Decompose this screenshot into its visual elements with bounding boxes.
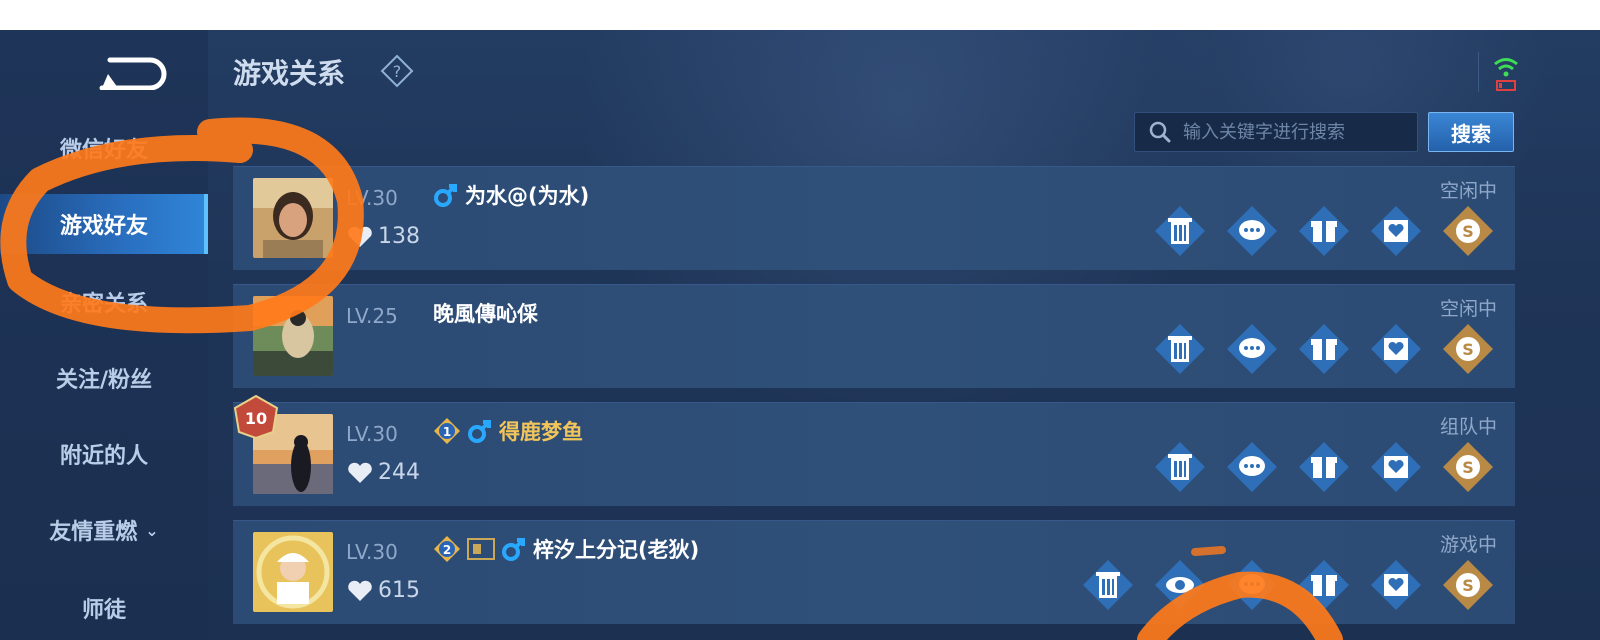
friend-row[interactable]: LV.25 晚風傳吣倸 空闲中 S bbox=[233, 284, 1515, 388]
intimacy-value: 615 bbox=[378, 578, 420, 603]
sidebar-item-label: 亲密关系 bbox=[59, 292, 148, 317]
gold-coin-icon[interactable]: S bbox=[1441, 558, 1495, 612]
search-input[interactable] bbox=[1181, 120, 1415, 144]
friend-actions: S bbox=[1153, 204, 1495, 258]
player-name-group: 1 得鹿梦鱼 bbox=[433, 416, 583, 446]
privilege-card-icon bbox=[467, 538, 495, 560]
intimacy-card-icon[interactable] bbox=[1369, 558, 1423, 612]
avatar[interactable] bbox=[253, 532, 333, 612]
sidebar-item-wechat-friends[interactable]: 微信好友 bbox=[0, 118, 208, 178]
search-button[interactable]: 搜索 bbox=[1428, 112, 1514, 152]
friend-actions: S bbox=[1153, 440, 1495, 494]
friend-row[interactable]: LV.30 为水@(为水) 138 空闲中 S bbox=[233, 166, 1515, 270]
heart-icon bbox=[348, 580, 372, 601]
player-level: LV.30 bbox=[346, 422, 398, 446]
sidebar: 微信好友 游戏好友 亲密关系 关注/粉丝 附近的人 友情重燃 ⌄ 师徒 bbox=[0, 30, 208, 640]
svg-text:S: S bbox=[1462, 222, 1474, 241]
chevron-down-icon: ⌄ bbox=[145, 520, 159, 540]
intimacy-card-icon[interactable] bbox=[1369, 204, 1423, 258]
svg-text:S: S bbox=[1462, 340, 1474, 359]
trash-icon[interactable] bbox=[1153, 440, 1207, 494]
header-divider bbox=[1478, 52, 1479, 92]
sidebar-item-friendship-rekindle[interactable]: 友情重燃 ⌄ bbox=[0, 500, 208, 560]
gift-icon[interactable] bbox=[1297, 558, 1351, 612]
rank-level-badge-icon: 10 bbox=[233, 394, 279, 440]
male-icon bbox=[468, 420, 491, 443]
player-level: LV.25 bbox=[346, 304, 398, 328]
heart-icon bbox=[348, 226, 372, 247]
heart-icon bbox=[348, 462, 372, 483]
sidebar-item-label: 附近的人 bbox=[59, 444, 148, 469]
search-box[interactable] bbox=[1134, 112, 1418, 152]
sidebar-item-game-friends[interactable]: 游戏好友 bbox=[0, 194, 208, 254]
search-icon bbox=[1149, 121, 1171, 143]
trash-icon[interactable] bbox=[1153, 322, 1207, 376]
game-relations-screen: 微信好友 游戏好友 亲密关系 关注/粉丝 附近的人 友情重燃 ⌄ 师徒 游戏关系… bbox=[0, 30, 1600, 640]
intimacy-count: 138 bbox=[346, 224, 420, 249]
player-level: LV.30 bbox=[346, 540, 398, 564]
player-name: 晚風傳吣倸 bbox=[433, 302, 538, 326]
sidebar-item-label: 师徒 bbox=[81, 598, 126, 623]
friend-actions: S bbox=[1081, 558, 1495, 612]
player-name: 梓汐上分记(老狄) bbox=[533, 538, 700, 562]
trash-icon[interactable] bbox=[1081, 558, 1135, 612]
intimacy-card-icon[interactable] bbox=[1369, 440, 1423, 494]
gold-coin-icon[interactable]: S bbox=[1441, 440, 1495, 494]
sidebar-item-label: 微信好友 bbox=[59, 138, 148, 163]
male-icon bbox=[434, 184, 457, 207]
player-name-group: 为水@(为水) bbox=[433, 180, 589, 210]
gold-coin-icon[interactable]: S bbox=[1441, 204, 1495, 258]
svg-text:10: 10 bbox=[245, 409, 267, 428]
sidebar-item-label: 游戏好友 bbox=[59, 214, 148, 239]
svg-text:S: S bbox=[1462, 576, 1474, 595]
sidebar-item-nearby-people[interactable]: 附近的人 bbox=[0, 424, 208, 484]
friend-row[interactable]: 10 LV.30 1 得鹿梦鱼 244 组队中 S bbox=[233, 394, 1515, 506]
avatar[interactable] bbox=[253, 296, 333, 376]
player-name: 为水@(为水) bbox=[465, 184, 590, 208]
sidebar-item-intimate-relations[interactable]: 亲密关系 bbox=[0, 272, 208, 332]
gift-icon[interactable] bbox=[1297, 322, 1351, 376]
gift-icon[interactable] bbox=[1297, 440, 1351, 494]
online-status: 空闲中 bbox=[1439, 180, 1497, 202]
avatar[interactable] bbox=[253, 178, 333, 258]
intimacy-count: 615 bbox=[346, 578, 420, 603]
sidebar-item-follow-fans[interactable]: 关注/粉丝 bbox=[0, 348, 208, 408]
chat-icon[interactable] bbox=[1225, 440, 1279, 494]
rank-badge-icon: 1 bbox=[434, 418, 460, 444]
friend-row[interactable]: LV.30 2 梓汐上分记(老狄) 615 游戏中 S bbox=[233, 520, 1515, 624]
player-name-group: 2 梓汐上分记(老狄) bbox=[433, 534, 699, 564]
sidebar-item-mentorship[interactable]: 师徒 bbox=[0, 578, 208, 638]
friend-actions: S bbox=[1153, 322, 1495, 376]
player-name-group: 晚風傳吣倸 bbox=[433, 298, 538, 328]
gift-icon[interactable] bbox=[1297, 204, 1351, 258]
chat-icon[interactable] bbox=[1225, 558, 1279, 612]
wifi-signal-icon bbox=[1494, 58, 1518, 91]
help-icon[interactable]: ? bbox=[380, 54, 414, 88]
intimacy-value: 244 bbox=[378, 460, 420, 485]
back-arrow-icon[interactable] bbox=[98, 50, 170, 90]
player-name: 得鹿梦鱼 bbox=[499, 420, 583, 444]
online-status: 组队中 bbox=[1439, 416, 1497, 438]
intimacy-value: 138 bbox=[378, 224, 420, 249]
trash-icon[interactable] bbox=[1153, 204, 1207, 258]
svg-text:1: 1 bbox=[443, 425, 451, 439]
page-title: 游戏关系 bbox=[233, 57, 346, 90]
watch-game-icon[interactable] bbox=[1153, 558, 1207, 612]
chat-icon[interactable] bbox=[1225, 322, 1279, 376]
sidebar-item-label: 关注/粉丝 bbox=[55, 368, 153, 393]
player-level: LV.30 bbox=[346, 186, 398, 210]
male-icon bbox=[502, 538, 525, 561]
svg-text:?: ? bbox=[393, 62, 402, 81]
svg-text:S: S bbox=[1462, 458, 1474, 477]
svg-text:2: 2 bbox=[443, 543, 451, 557]
rank-badge-icon: 2 bbox=[434, 536, 460, 562]
intimacy-count: 244 bbox=[346, 460, 420, 485]
intimacy-card-icon[interactable] bbox=[1369, 322, 1423, 376]
chat-icon[interactable] bbox=[1225, 204, 1279, 258]
online-status: 游戏中 bbox=[1439, 534, 1497, 556]
gold-coin-icon[interactable]: S bbox=[1441, 322, 1495, 376]
online-status: 空闲中 bbox=[1439, 298, 1497, 320]
sidebar-item-label: 友情重燃 bbox=[49, 520, 138, 545]
